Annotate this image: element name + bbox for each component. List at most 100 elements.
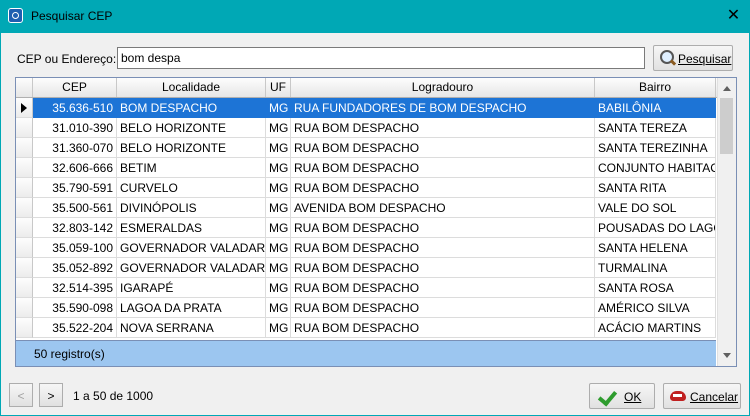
cell-bairro: AMÉRICO SILVA (595, 298, 716, 318)
cell-cep: 35.636-510 (33, 98, 117, 118)
table-row[interactable]: 31.010-390 BELO HORIZONTE MG RUA BOM DESPAC… (16, 118, 716, 138)
cell-cep: 32.606-666 (33, 158, 117, 178)
table-row[interactable]: 35.636-510 BOM DESPACHO MG RUA FUNDADORES D… (16, 98, 716, 118)
cell-cep: 35.500-561 (33, 198, 117, 218)
cell-logradouro: RUA BOM DESPACHO (291, 318, 595, 338)
column-header-logradouro[interactable]: Logradouro (291, 78, 595, 97)
cell-uf: MG (266, 118, 291, 138)
cell-bairro: ACÁCIO MARTINS (595, 318, 716, 338)
dialog-window: Pesquisar CEP ✕ CEP ou Endereço: Pesquis… (0, 0, 750, 416)
row-indicator[interactable] (16, 198, 33, 218)
cell-logradouro: RUA BOM DESPACHO (291, 158, 595, 178)
cell-uf: MG (266, 178, 291, 198)
row-indicator[interactable] (16, 298, 33, 318)
cell-cep: 35.790-591 (33, 178, 117, 198)
cell-uf: MG (266, 138, 291, 158)
row-indicator[interactable] (16, 98, 33, 118)
table-row[interactable]: 35.590-098 LAGOA DA PRATA MG RUA BOM DESPAC… (16, 298, 716, 318)
table-row[interactable]: 35.052-892 GOVERNADOR VALADARES MG RUA BOM … (16, 258, 716, 278)
checkmark-icon (597, 386, 618, 407)
previous-page-button[interactable]: < (9, 383, 33, 407)
cell-uf: MG (266, 198, 291, 218)
cell-logradouro: RUA BOM DESPACHO (291, 218, 595, 238)
cell-localidade: BETIM (117, 158, 266, 178)
table-row[interactable]: 32.606-666 BETIM MG RUA BOM DESPACHO CONJUNT… (16, 158, 716, 178)
cell-bairro: POUSADAS DO LAGO (595, 218, 716, 238)
title-bar[interactable]: Pesquisar CEP ✕ (0, 0, 750, 33)
window-title: Pesquisar CEP (31, 9, 113, 23)
cell-uf: MG (266, 278, 291, 298)
cell-bairro: SANTA TEREZINHA (595, 138, 716, 158)
cell-cep: 35.052-892 (33, 258, 117, 278)
search-label: CEP ou Endereço: (17, 52, 117, 66)
table-row[interactable]: 31.360-070 BELO HORIZONTE MG RUA BOM DESPAC… (16, 138, 716, 158)
table-row[interactable]: 32.514-395 IGARAPÉ MG RUA BOM DESPACHO SANTA… (16, 278, 716, 298)
cancel-button[interactable]: Cancelar (663, 383, 741, 409)
cell-uf: MG (266, 218, 291, 238)
cell-uf: MG (266, 238, 291, 258)
search-input[interactable] (117, 47, 645, 69)
cell-uf: MG (266, 98, 291, 118)
cell-logradouro: AVENIDA BOM DESPACHO (291, 198, 595, 218)
vertical-scrollbar[interactable] (717, 78, 736, 366)
cell-localidade: GOVERNADOR VALADARES (117, 238, 266, 258)
cell-localidade: BOM DESPACHO (117, 98, 266, 118)
ok-button-label: OK (624, 390, 642, 404)
cell-localidade: BELO HORIZONTE (117, 138, 266, 158)
cell-localidade: CURVELO (117, 178, 266, 198)
row-indicator[interactable] (16, 138, 33, 158)
cell-logradouro: RUA BOM DESPACHO (291, 258, 595, 278)
search-button[interactable]: Pesquisar (653, 45, 733, 71)
cell-logradouro: RUA BOM DESPACHO (291, 118, 595, 138)
table-row[interactable]: 35.790-591 CURVELO MG RUA BOM DESPACHO SANTA… (16, 178, 716, 198)
cell-localidade: DIVINÓPOLIS (117, 198, 266, 218)
cell-localidade: BELO HORIZONTE (117, 118, 266, 138)
column-header-uf[interactable]: UF (266, 78, 291, 97)
cell-logradouro: RUA BOM DESPACHO (291, 138, 595, 158)
row-indicator[interactable] (16, 278, 33, 298)
cell-cep: 35.522-204 (33, 318, 117, 338)
cell-localidade: GOVERNADOR VALADARES (117, 258, 266, 278)
table-row[interactable]: 35.059-100 GOVERNADOR VALADARES MG RUA BOM … (16, 238, 716, 258)
cell-bairro: BABILÔNIA (595, 98, 716, 118)
row-indicator[interactable] (16, 218, 33, 238)
cell-uf: MG (266, 158, 291, 178)
cell-bairro: VALE DO SOL (595, 198, 716, 218)
cell-bairro: SANTA TEREZA (595, 118, 716, 138)
cell-bairro: SANTA HELENA (595, 238, 716, 258)
cell-localidade: ESMERALDAS (117, 218, 266, 238)
table-row[interactable]: 35.500-561 DIVINÓPOLIS MG AVENIDA BOM DESPA… (16, 198, 716, 218)
cell-logradouro: RUA BOM DESPACHO (291, 178, 595, 198)
cell-cep: 35.059-100 (33, 238, 117, 258)
header-indicator-cell (16, 78, 33, 97)
cell-bairro: SANTA ROSA (595, 278, 716, 298)
cell-uf: MG (266, 298, 291, 318)
scroll-down-icon[interactable] (718, 347, 736, 364)
row-indicator[interactable] (16, 178, 33, 198)
column-header-cep[interactable]: CEP (33, 78, 117, 97)
row-indicator[interactable] (16, 318, 33, 338)
results-grid[interactable]: CEP Localidade UF Logradouro Bairro 35.6… (15, 77, 737, 367)
row-indicator[interactable] (16, 158, 33, 178)
cell-bairro: SANTA RITA (595, 178, 716, 198)
close-icon[interactable]: ✕ (717, 0, 750, 31)
row-indicator[interactable] (16, 118, 33, 138)
column-header-localidade[interactable]: Localidade (117, 78, 266, 97)
cell-localidade: LAGOA DA PRATA (117, 298, 266, 318)
cell-cep: 32.803-142 (33, 218, 117, 238)
search-button-label: Pesquisar (678, 52, 732, 66)
scroll-thumb[interactable] (720, 98, 733, 154)
cell-logradouro: RUA BOM DESPACHO (291, 298, 595, 318)
table-row[interactable]: 32.803-142 ESMERALDAS MG RUA BOM DESPACHO PO… (16, 218, 716, 238)
row-indicator[interactable] (16, 258, 33, 278)
table-row[interactable]: 35.522-204 NOVA SERRANA MG RUA BOM DESPACHO… (16, 318, 716, 338)
cell-cep: 31.360-070 (33, 138, 117, 158)
row-indicator[interactable] (16, 238, 33, 258)
column-header-bairro[interactable]: Bairro (595, 78, 716, 97)
cell-uf: MG (266, 258, 291, 278)
magnifier-icon (660, 50, 674, 64)
cell-bairro: CONJUNTO HABITACIONAL (595, 158, 716, 178)
ok-button[interactable]: OK (589, 383, 655, 409)
scroll-up-icon[interactable] (718, 80, 736, 97)
next-page-button[interactable]: > (39, 383, 63, 407)
